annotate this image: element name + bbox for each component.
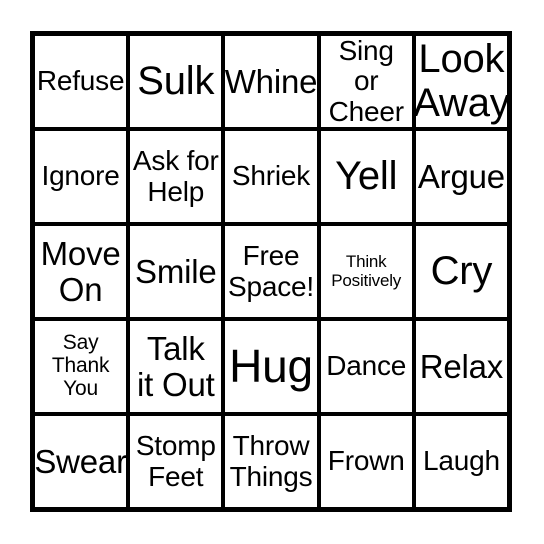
bingo-cell-label: Shriek: [231, 160, 311, 192]
bingo-cell[interactable]: Stomp Feet: [130, 416, 222, 507]
bingo-cell[interactable]: Move On: [35, 226, 127, 317]
bingo-cell-label: Yell: [335, 153, 398, 198]
bingo-cell[interactable]: Yell: [320, 131, 412, 222]
bingo-cell-label: Frown: [327, 445, 405, 477]
bingo-cell-label: Sulk: [137, 58, 215, 103]
bingo-cell[interactable]: Laugh: [415, 416, 507, 507]
bingo-cell-label: Cry: [430, 248, 493, 293]
bingo-cell-label: Look Away: [415, 37, 507, 125]
bingo-cell[interactable]: Say Thank You: [35, 321, 127, 412]
bingo-cell-label: Stomp Feet: [135, 430, 216, 492]
bingo-cell[interactable]: Dance: [320, 321, 412, 412]
bingo-cell[interactable]: Ignore: [35, 131, 127, 222]
bingo-cell-label: Relax: [419, 347, 504, 385]
bingo-cell-label: Sing or Cheer: [328, 36, 404, 127]
bingo-cell-label: Smile: [135, 252, 217, 290]
bingo-cell[interactable]: Cry: [415, 226, 507, 317]
bingo-cell[interactable]: Look Away: [415, 36, 507, 127]
bingo-cell-label: Refuse: [36, 65, 125, 97]
bingo-cell-label: Move On: [40, 234, 121, 308]
bingo-cell-label: Whine: [225, 62, 317, 100]
bingo-cell[interactable]: Sing or Cheer: [320, 36, 412, 127]
bingo-cell-label: Throw Things: [229, 430, 313, 492]
bingo-cell[interactable]: Hug: [225, 321, 317, 412]
bingo-cell[interactable]: Argue: [415, 131, 507, 222]
bingo-cell[interactable]: Sulk: [130, 36, 222, 127]
bingo-grid: Refuse Sulk Whine Sing or Cheer Look Away Ign…: [30, 31, 512, 512]
bingo-cell-label: Hug: [229, 339, 313, 392]
bingo-cell-label: Dance: [326, 350, 407, 382]
bingo-cell[interactable]: Think Positively: [320, 226, 412, 317]
bingo-cell[interactable]: Ask for Help: [130, 131, 222, 222]
bingo-cell[interactable]: Relax: [415, 321, 507, 412]
bingo-cell[interactable]: Throw Things: [225, 416, 317, 507]
bingo-cell[interactable]: Smile: [130, 226, 222, 317]
bingo-cell-label: Laugh: [422, 445, 500, 477]
bingo-cell-label: Think Positively: [331, 252, 402, 290]
bingo-cell[interactable]: Refuse: [35, 36, 127, 127]
bingo-cell[interactable]: Swear: [35, 416, 127, 507]
bingo-card-page: Refuse Sulk Whine Sing or Cheer Look Away Ign…: [0, 0, 544, 544]
bingo-cell-label: Talk it Out: [136, 329, 215, 403]
bingo-cell-label: Ask for Help: [132, 145, 219, 207]
bingo-cell[interactable]: Shriek: [225, 131, 317, 222]
bingo-cell[interactable]: Free Space!: [225, 226, 317, 317]
bingo-cell-label: Ignore: [41, 160, 120, 192]
bingo-cell-label: Swear: [35, 442, 127, 480]
bingo-cell-label: Argue: [417, 157, 505, 195]
bingo-cell[interactable]: Whine: [225, 36, 317, 127]
bingo-cell-label: Free Space!: [228, 240, 314, 302]
bingo-cell[interactable]: Frown: [320, 416, 412, 507]
bingo-cell[interactable]: Talk it Out: [130, 321, 222, 412]
bingo-cell-label: Say Thank You: [51, 331, 110, 400]
